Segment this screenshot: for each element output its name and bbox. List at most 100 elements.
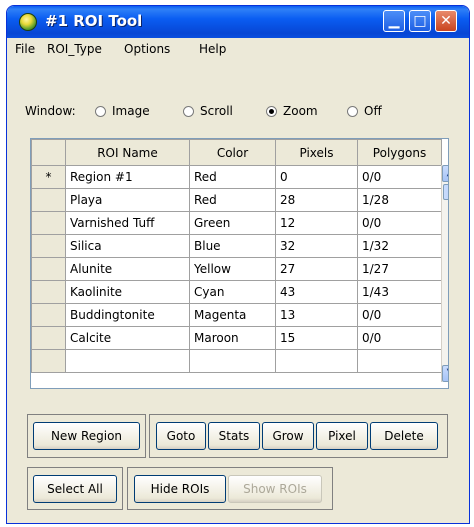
table-header-row: ROI Name Color Pixels Polygons [31,139,442,166]
visibility-group: Hide ROIs Show ROIs [127,467,333,510]
cell-pixels[interactable]: 32 [275,234,358,258]
radio-scroll[interactable]: Scroll [183,104,233,118]
roi-table: ROI Name Color Pixels Polygons * Region … [30,138,449,389]
row-marker[interactable] [31,326,66,350]
cell-polygons[interactable]: 0/0 [357,303,442,327]
table-row[interactable]: Kaolinite Cyan 43 1/43 [31,280,442,304]
table-row[interactable]: Alunite Yellow 27 1/27 [31,257,442,281]
cell-color[interactable]: Cyan [189,280,276,304]
grow-button[interactable]: Grow [262,422,314,450]
menu-bar: File ROI_Type Options Help [7,38,469,62]
row-marker[interactable] [31,280,66,304]
cell-pixels[interactable]: 27 [275,257,358,281]
column-header-color[interactable]: Color [189,139,276,166]
menu-file[interactable]: File [15,42,35,56]
cell-empty[interactable] [357,349,442,373]
row-marker[interactable] [31,303,66,327]
scroll-up-button[interactable]: ▲ [442,165,448,182]
cell-color[interactable]: Red [189,165,276,189]
delete-button[interactable]: Delete [370,422,438,450]
radio-zoom-label: Zoom [283,104,318,118]
radio-off[interactable]: Off [347,104,382,118]
row-marker[interactable] [31,234,66,258]
maximize-button[interactable]: □ [409,10,431,32]
cell-color[interactable]: Blue [189,234,276,258]
cell-roi-name[interactable]: Calcite [65,326,190,350]
title-bar[interactable]: #1 ROI Tool ▁ □ ✕ [7,6,469,38]
pixel-button[interactable]: Pixel [316,422,368,450]
cell-polygons[interactable]: 1/27 [357,257,442,281]
new-region-group: New Region [27,414,146,458]
radio-image[interactable]: Image [95,104,150,118]
row-marker[interactable] [31,257,66,281]
table-row-empty[interactable] [31,349,442,373]
table-row[interactable]: Calcite Maroon 15 0/0 [31,326,442,350]
select-all-group: Select All [27,467,123,510]
menu-roi-type[interactable]: ROI_Type [47,42,102,56]
radio-zoom-circle [266,106,277,117]
cell-polygons[interactable]: 1/28 [357,188,442,212]
radio-zoom[interactable]: Zoom [266,104,318,118]
column-header-polygons[interactable]: Polygons [357,139,442,166]
cell-pixels[interactable]: 12 [275,211,358,235]
cell-pixels[interactable]: 0 [275,165,358,189]
select-all-button[interactable]: Select All [33,475,117,503]
cell-polygons[interactable]: 1/43 [357,280,442,304]
cell-empty[interactable] [65,349,190,373]
row-marker[interactable] [31,211,66,235]
cell-empty[interactable] [275,349,358,373]
radio-off-label: Off [364,104,382,118]
goto-button[interactable]: Goto [156,422,206,450]
cell-roi-name[interactable]: Alunite [65,257,190,281]
cell-polygons[interactable]: 0/0 [357,211,442,235]
vertical-scroll-thumb[interactable] [443,184,448,200]
cell-roi-name[interactable]: Playa [65,188,190,212]
menu-help[interactable]: Help [199,42,226,56]
cell-empty[interactable] [189,349,276,373]
cell-pixels[interactable]: 13 [275,303,358,327]
table-row[interactable]: Silica Blue 32 1/32 [31,234,442,258]
maximize-icon: □ [413,13,427,29]
radio-scroll-label: Scroll [200,104,233,118]
vertical-scrollbar[interactable]: ▲ ▼ [441,165,448,382]
cell-roi-name[interactable]: Silica [65,234,190,258]
cell-roi-name[interactable]: Varnished Tuff [65,211,190,235]
cell-color[interactable]: Green [189,211,276,235]
row-marker[interactable] [31,349,66,373]
cell-polygons[interactable]: 1/32 [357,234,442,258]
chevron-down-icon: ▼ [447,367,448,378]
cell-pixels[interactable]: 15 [275,326,358,350]
row-marker[interactable] [31,188,66,212]
cell-color[interactable]: Magenta [189,303,276,327]
cell-pixels[interactable]: 28 [275,188,358,212]
cell-color[interactable]: Yellow [189,257,276,281]
cell-roi-name[interactable]: Kaolinite [65,280,190,304]
table-row[interactable]: * Region #1 Red 0 0/0 [31,165,442,189]
cell-polygons[interactable]: 0/0 [357,326,442,350]
cell-roi-name[interactable]: Region #1 [65,165,190,189]
column-header-roi-name[interactable]: ROI Name [65,139,190,166]
menu-options[interactable]: Options [124,42,170,56]
cell-roi-name[interactable]: Buddingtonite [65,303,190,327]
table-row[interactable]: Buddingtonite Magenta 13 0/0 [31,303,442,327]
table-corner [31,139,66,166]
cell-pixels[interactable]: 43 [275,280,358,304]
stats-button[interactable]: Stats [208,422,260,450]
new-region-button[interactable]: New Region [33,422,140,450]
show-rois-button[interactable]: Show ROIs [228,475,322,503]
close-button[interactable]: ✕ [435,10,457,32]
scroll-down-button[interactable]: ▼ [442,365,448,382]
minimize-button[interactable]: ▁ [383,10,405,32]
column-header-pixels[interactable]: Pixels [275,139,358,166]
window-title: #1 ROI Tool [45,12,143,30]
window-radio-label: Window: [25,104,76,118]
roi-tool-window: #1 ROI Tool ▁ □ ✕ File ROI_Type Options … [6,5,470,524]
table-row[interactable]: Varnished Tuff Green 12 0/0 [31,211,442,235]
hide-rois-button[interactable]: Hide ROIs [134,475,226,503]
cell-color[interactable]: Red [189,188,276,212]
cell-polygons[interactable]: 0/0 [357,165,442,189]
row-marker[interactable]: * [31,165,66,189]
roi-app-icon[interactable] [19,13,37,31]
table-row[interactable]: Playa Red 28 1/28 [31,188,442,212]
cell-color[interactable]: Maroon [189,326,276,350]
